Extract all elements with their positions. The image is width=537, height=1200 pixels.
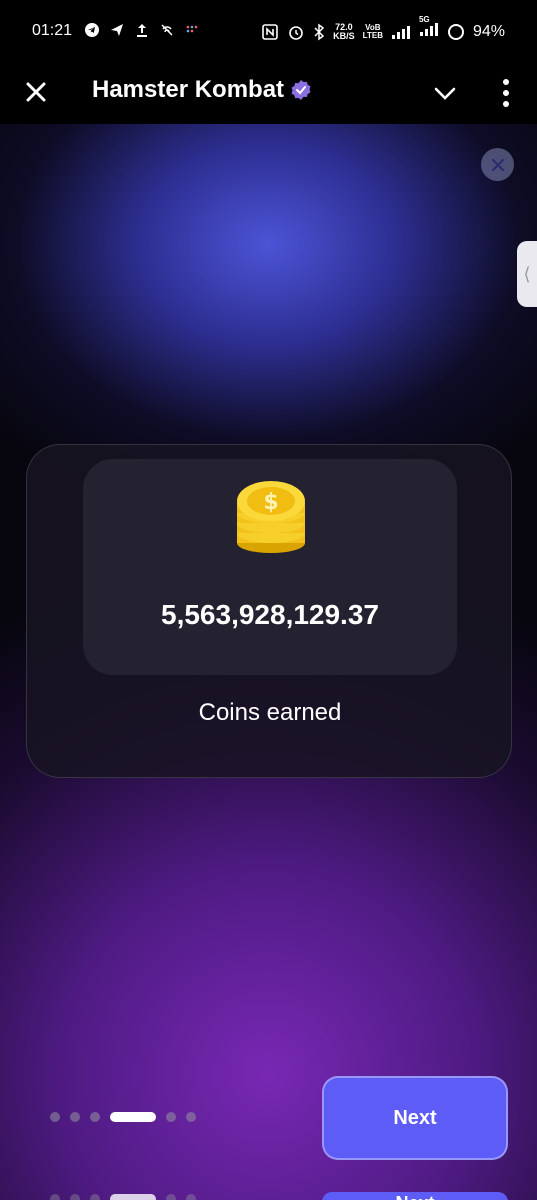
more-options-icon[interactable] [496,76,516,110]
vpn-icon [161,24,173,36]
ghost-dot [50,1194,60,1200]
nfc-icon [262,23,278,40]
pager-dot[interactable] [166,1112,176,1122]
chevron-left-icon: ⟨ [523,263,531,284]
next-button[interactable]: Next [322,1076,508,1160]
chevron-down-icon[interactable] [432,80,458,106]
signal-5g: 5G [419,16,439,43]
volte-indicator: VoB LTEB [362,23,383,40]
close-icon [491,158,504,171]
story-content: ⟨ $ 5,563,928,129.37 Coins earned Next [0,124,537,1200]
coin-panel: $ 5,563,928,129.37 [83,459,457,675]
background-page-peek: Next [0,1188,537,1200]
network-speed: 72.0 KB/S [333,22,355,41]
telegram-icon [85,23,99,37]
status-time: 01:21 [32,22,73,39]
dismiss-button[interactable] [481,148,514,181]
pager-dot-active[interactable] [110,1112,156,1122]
status-bar: 01:21 72.0 KB/S VoB LTEB 5G 94% [0,0,537,62]
page-title: Hamster Kombat [92,76,285,103]
volte-bottom: LTEB [362,30,383,40]
upload-icon [137,24,147,37]
network-type: 5G [418,15,430,24]
pager-dot[interactable] [70,1112,80,1122]
coins-amount: 5,563,928,129.37 [161,599,379,630]
ghost-dot [166,1194,176,1200]
send-icon [111,24,123,36]
side-panel-handle[interactable]: ⟨ [517,241,537,307]
battery-icon [447,23,464,40]
ghost-dot [186,1194,196,1200]
app-header: Hamster Kombat [0,62,537,124]
ghost-dot [70,1194,80,1200]
coin-stack-icon: $ [237,481,305,553]
story-pager [50,1112,196,1122]
bluetooth-icon [314,23,325,40]
verified-badge-icon [291,80,311,100]
pager-dot[interactable] [90,1112,100,1122]
coins-caption: Coins earned [198,699,342,726]
stats-card: $ 5,563,928,129.37 Coins earned [26,444,512,778]
pager-dot[interactable] [186,1112,196,1122]
pager-dot[interactable] [50,1112,60,1122]
svg-text:$: $ [263,490,278,515]
ghost-pager [50,1194,196,1200]
notification-icons [84,22,200,38]
ghost-next-button: Next [322,1192,508,1200]
signal-icon [391,25,410,39]
dots-app-icon [186,25,198,33]
speed-unit: KB/S [333,30,355,41]
close-icon[interactable] [22,78,50,106]
ghost-dot [90,1194,100,1200]
alarm-icon [289,25,303,40]
battery-percent: 94% [472,22,505,40]
system-icons: 72.0 KB/S VoB LTEB 5G 94% [261,16,505,43]
ghost-dot-active [110,1194,156,1200]
